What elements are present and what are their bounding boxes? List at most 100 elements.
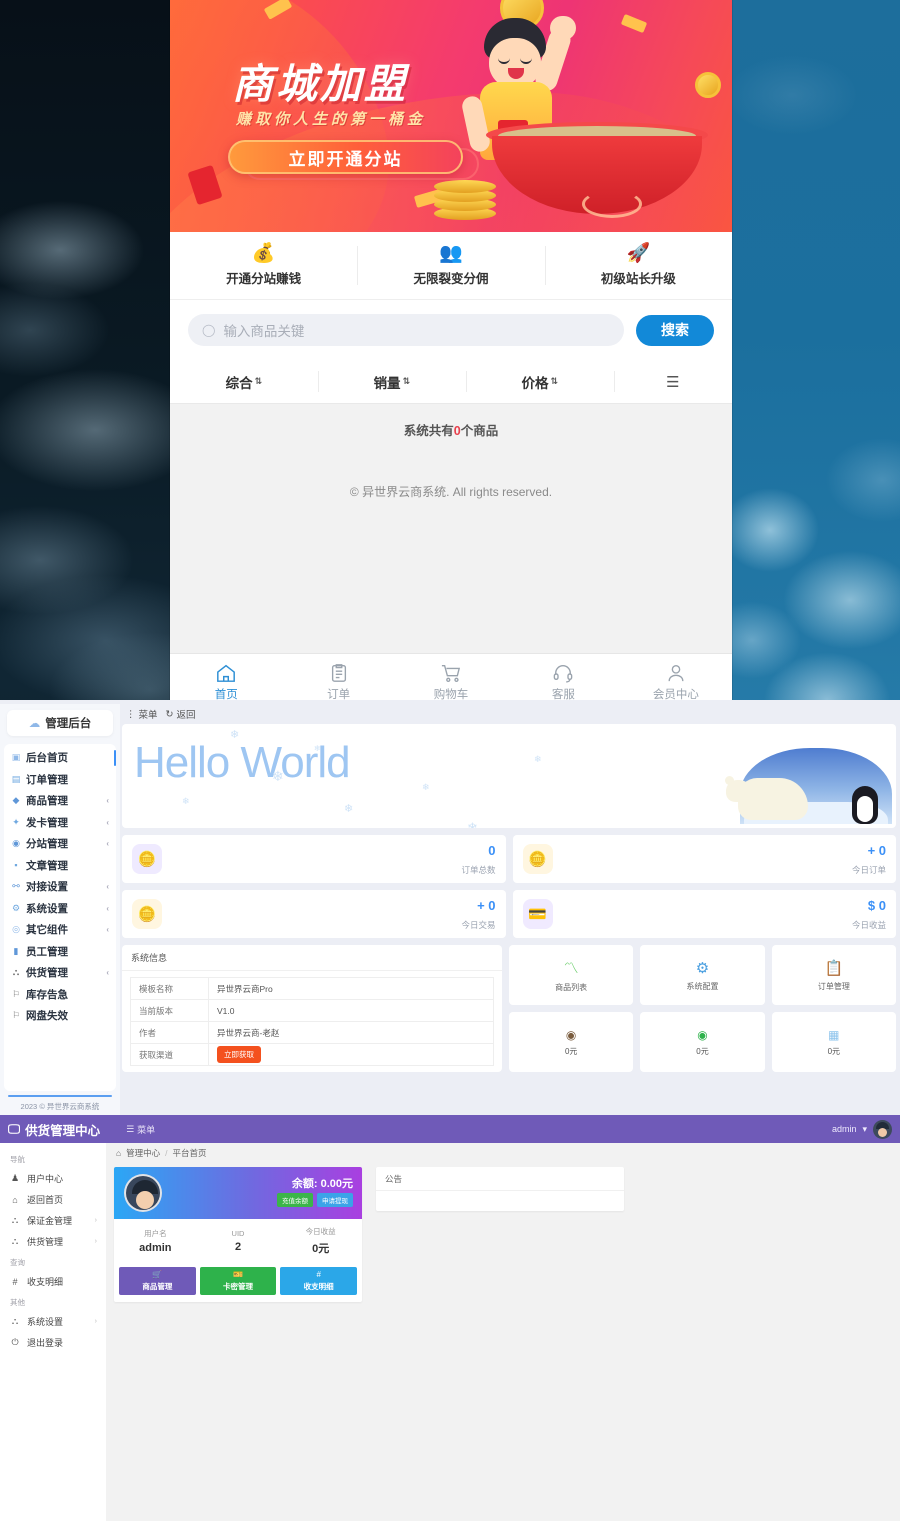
stat-value: 2 [234, 1241, 242, 1253]
sidebar-item-back-home[interactable]: ⌂ 返回首页 [0, 1189, 106, 1210]
sidebar-item-integrations[interactable]: ⚯ 对接设置 ‹ [4, 876, 116, 898]
cart-icon [441, 665, 461, 682]
sidebar-item-home[interactable]: ▣ 后台首页 [4, 747, 116, 769]
order-check-icon: 🪙 [522, 844, 553, 874]
stat-card-today-orders[interactable]: 🪙 + 0 今日订单 [512, 835, 896, 883]
sliders-icon: ⚙ [695, 959, 710, 977]
list-view-icon[interactable]: ☰ [613, 360, 732, 403]
headset-icon [554, 665, 573, 683]
menu-icon: ☰ [126, 1123, 135, 1134]
sidebar-item-netdisk-expired[interactable]: ⚐ 网盘失效 [4, 1005, 116, 1027]
menu-toggle-button[interactable]: ⋮ 菜单 [126, 707, 158, 722]
feature-item-upgrade[interactable]: 🚀 初级站长升级 [544, 232, 732, 299]
avatar[interactable] [873, 1119, 892, 1139]
tab-home[interactable]: 首页 [170, 654, 282, 700]
home-icon: ⌂ [116, 1148, 122, 1158]
sort-label: 价格 [521, 375, 549, 391]
row-key: 作者 [130, 1021, 209, 1044]
order-icon: ▤ [11, 773, 21, 784]
shield-icon: ⛬ [11, 1316, 19, 1326]
promo-banner[interactable]: 商城加盟 赚取你人生的第一桶金 立即开通分站 [170, 0, 732, 232]
chevron-right-icon: ‹ [106, 796, 109, 806]
tab-cart[interactable]: 购物车 [395, 654, 507, 700]
sidebar-item-products[interactable]: ◆ 商品管理 ‹ [4, 790, 116, 812]
sidebar-item-system-settings[interactable]: ⛬ 系统设置 › [0, 1311, 106, 1332]
card-icon: 🎫 [233, 1270, 243, 1279]
system-info-title: 系统信息 [122, 945, 502, 971]
sidebar-item-label: 库存告急 [26, 988, 68, 1001]
sidebar-item-logout[interactable]: ⏻ 退出登录 [0, 1332, 106, 1353]
balance-text: 余额: 0.00元 [291, 1178, 353, 1190]
sidebar-item-user-center[interactable]: ♟ 用户中心 [0, 1168, 106, 1189]
breadcrumb-current: 平台首页 [172, 1148, 207, 1158]
sidebar-item-supply-management[interactable]: ⛬ 供货管理 › [0, 1231, 106, 1252]
sidebar-item-stock-alert[interactable]: ⚐ 库存告急 [4, 984, 116, 1006]
shortcut-system-config[interactable]: ⚙ 系统配置 [640, 945, 765, 1005]
withdraw-button[interactable]: 申请提现 [317, 1193, 353, 1207]
sidebar-item-transactions[interactable]: # 收支明细 [0, 1271, 106, 1292]
chevron-right-icon: ‹ [106, 925, 109, 935]
pay-stat-label: 0元 [564, 1046, 578, 1056]
money-bag-icon: 💰 [251, 243, 276, 264]
clipboard-icon: 📋 [824, 959, 844, 977]
gear-icon: ⚙ [11, 902, 21, 913]
stat-card-total-orders[interactable]: 🪙 0 订单总数 [122, 835, 506, 883]
sort-sales[interactable]: 销量 ⇅ [317, 360, 466, 403]
pay-stat-alipay[interactable]: ◉ 0元 [509, 1012, 634, 1072]
supply-menu-toggle[interactable]: ☰ 菜单 [126, 1123, 155, 1136]
product-count-suffix: 个商品 [460, 424, 499, 438]
shortcut-product-list[interactable]: 〽 商品列表 [509, 945, 634, 1005]
sidebar-item-staff[interactable]: ▮ 员工管理 [4, 941, 116, 963]
search-button[interactable]: 搜索 [636, 314, 714, 346]
banner-cta-button[interactable]: 立即开通分站 [228, 140, 463, 174]
sidebar-item-system-settings[interactable]: ⚙ 系统设置 ‹ [4, 898, 116, 920]
product-management-button[interactable]: 🛒 商品管理 [119, 1267, 196, 1295]
sidebar-item-components[interactable]: ◎ 其它组件 ‹ [4, 919, 116, 941]
breadcrumb-home[interactable]: 管理中心 [126, 1147, 160, 1159]
transactions-button[interactable]: # 收支明细 [280, 1267, 358, 1295]
sort-price[interactable]: 价格 ⇅ [465, 360, 614, 403]
tab-member-center[interactable]: 会员中心 [620, 654, 732, 700]
hash-icon: # [12, 1276, 18, 1287]
feature-item-commission[interactable]: 👥 无限裂变分佣 [357, 232, 544, 299]
pay-stat-wechat[interactable]: ◉ 0元 [640, 1012, 765, 1072]
get-now-button[interactable]: 立即获取 [217, 1046, 261, 1063]
sidebar-item-articles[interactable]: ▪ 文章管理 [4, 855, 116, 877]
sort-comprehensive[interactable]: 综合 ⇅ [170, 360, 318, 403]
stat-value: + 0 [867, 843, 886, 858]
sidebar-item-cards[interactable]: ✦ 发卡管理 ‹ [4, 812, 116, 834]
shortcut-order-management[interactable]: 📋 订单管理 [771, 945, 896, 1005]
stat-card-today-income[interactable]: 💳 $ 0 今日收益 [512, 890, 896, 938]
feature-label: 开通分站赚钱 [226, 272, 302, 286]
sidebar-item-label: 供货管理 [26, 967, 68, 980]
stat-card-today-transactions[interactable]: 🪙 + 0 今日交易 [122, 890, 506, 938]
table-row: 作者 异世界云商-老赵 [130, 1021, 494, 1044]
avatar[interactable] [124, 1174, 162, 1212]
tab-orders[interactable]: 订单 [282, 654, 394, 700]
user-card: 余额: 0.00元 充值余额 申请提现 用户名 admin UID 2 今日收益… [114, 1167, 362, 1302]
feature-row: 💰 开通分站赚钱 👥 无限裂变分佣 🚀 初级站长升级 [170, 232, 732, 300]
supply-brand[interactable]: 🖵 供货管理中心 [8, 1120, 100, 1139]
power-icon: ⏻ [11, 1337, 19, 1347]
sidebar-item-supply[interactable]: ⛬ 供货管理 ‹ [4, 962, 116, 984]
stat-today-income: 今日收益 0元 [279, 1219, 362, 1263]
sidebar-item-label: 退出登录 [27, 1338, 64, 1348]
feature-item-open-site[interactable]: 💰 开通分站赚钱 [170, 232, 357, 299]
sidebar-item-subsites[interactable]: ◉ 分站管理 ‹ [4, 833, 116, 855]
supply-icon: ⛬ [12, 967, 20, 978]
pay-stat-qr[interactable]: ▦ 0元 [771, 1012, 896, 1072]
sidebar-item-deposit-management[interactable]: ⛬ 保证金管理 › [0, 1210, 106, 1231]
hash-icon: # [316, 1270, 321, 1279]
tab-support[interactable]: 客服 [507, 654, 619, 700]
recharge-button[interactable]: 充值余额 [277, 1193, 313, 1207]
admin-logo[interactable]: ☁ 管理后台 [7, 710, 113, 736]
supply-user-menu[interactable]: admin ▾ [832, 1119, 892, 1139]
shortcut-label: 系统配置 [686, 981, 719, 991]
sidebar-item-orders[interactable]: ▤ 订单管理 [4, 769, 116, 791]
stat-value: 0元 [312, 1243, 330, 1255]
back-button[interactable]: ↻ 返回 [166, 707, 196, 722]
card-secret-management-button[interactable]: 🎫 卡密管理 [199, 1267, 277, 1295]
balance-actions: 充值余额 申请提现 [277, 1193, 353, 1207]
search-input[interactable]: ◯ 输入商品关键 [188, 314, 624, 346]
search-icon: ◯ [202, 323, 216, 337]
